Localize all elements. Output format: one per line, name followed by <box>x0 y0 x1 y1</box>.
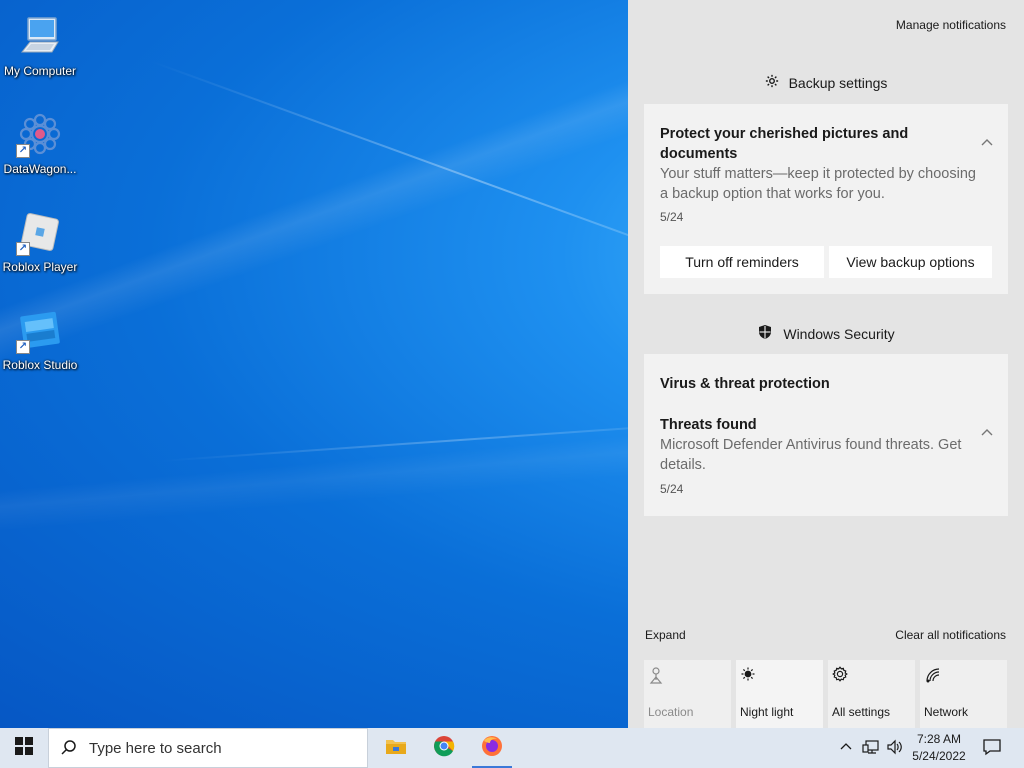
notification-body: Your stuff matters—keep it protected by … <box>660 166 976 202</box>
taskbar: Type here to search 7:28 AM 5/24/2022 <box>0 728 1024 768</box>
notification-body: Microsoft Defender Antivirus found threa… <box>660 437 962 473</box>
search-placeholder: Type here to search <box>89 739 222 757</box>
clock-date: 5/24/2022 <box>912 749 966 763</box>
desktop-icon-label: Roblox Studio <box>2 358 78 372</box>
start-button[interactable] <box>0 728 48 768</box>
quick-action-location[interactable]: Location <box>644 660 731 728</box>
view-backup-options-button[interactable]: View backup options <box>829 246 992 278</box>
network-tray-button[interactable] <box>860 728 882 768</box>
datawagon-icon: ↗ <box>16 110 64 158</box>
roblox-studio-icon: ↗ <box>16 306 64 354</box>
group-header-windows-security: Windows Security <box>628 324 1024 343</box>
action-center-button[interactable] <box>976 728 1008 768</box>
quick-action-network[interactable]: Network <box>920 660 1007 728</box>
quick-action-label: All settings <box>832 705 891 719</box>
taskbar-app-file-explorer[interactable] <box>372 728 420 768</box>
shortcut-arrow-icon: ↗ <box>16 144 30 158</box>
file-explorer-icon <box>385 736 407 761</box>
notification-title: Protect your cherished pictures and docu… <box>660 126 909 162</box>
notification-date: 5/24 <box>660 210 684 224</box>
network-wired-icon <box>862 739 880 758</box>
shortcut-arrow-icon: ↗ <box>16 242 30 256</box>
notification-date: 5/24 <box>660 482 684 496</box>
location-icon <box>648 666 668 686</box>
quick-action-label: Network <box>924 705 969 719</box>
notification-title: Threats found <box>660 417 757 433</box>
network-icon <box>924 666 944 686</box>
speaker-icon <box>886 739 904 758</box>
computer-icon <box>16 12 64 60</box>
desktop-icon-roblox-studio[interactable]: ↗ Roblox Studio <box>0 300 80 380</box>
desktop-icon-label: Roblox Player <box>2 260 78 274</box>
notification-icon <box>983 738 1001 759</box>
quick-action-night-light[interactable]: Night light <box>736 660 823 728</box>
settings-icon <box>832 666 852 686</box>
taskbar-search-box[interactable]: Type here to search <box>48 728 368 768</box>
volume-tray-button[interactable] <box>884 728 906 768</box>
windows-logo-icon <box>15 736 33 760</box>
show-hidden-icons-button[interactable] <box>836 728 856 768</box>
desktop-icon-my-computer[interactable]: My Computer <box>0 6 80 86</box>
chrome-icon <box>433 735 455 762</box>
taskbar-app-firefox[interactable] <box>468 728 516 768</box>
desktop-icon-label: My Computer <box>3 64 77 78</box>
chevron-up-icon[interactable] <box>980 136 994 150</box>
notification-subheader: Virus & threat protection <box>660 376 830 392</box>
chevron-up-icon <box>840 741 852 756</box>
gear-icon <box>765 74 779 91</box>
group-header-backup-settings: Backup settings <box>628 74 1024 91</box>
quick-action-label: Location <box>648 705 694 719</box>
group-header-label: Windows Security <box>783 325 895 342</box>
expand-link[interactable]: Expand <box>645 628 686 642</box>
clock-time: 7:28 AM <box>916 732 962 746</box>
shield-icon <box>757 324 773 343</box>
firefox-icon <box>481 735 503 762</box>
taskbar-app-chrome[interactable] <box>420 728 468 768</box>
desktop-icon-roblox-player[interactable]: ↗ Roblox Player <box>0 202 80 282</box>
notification-card-backup[interactable]: Protect your cherished pictures and docu… <box>644 104 1008 294</box>
manage-notifications-link[interactable]: Manage notifications <box>896 18 1006 32</box>
desktop-icon-label: DataWagon... <box>3 162 77 176</box>
night-light-icon <box>740 666 760 686</box>
search-icon <box>49 739 89 757</box>
taskbar-clock[interactable]: 7:28 AM 5/24/2022 <box>904 731 974 765</box>
shortcut-arrow-icon: ↗ <box>16 340 30 354</box>
quick-action-label: Night light <box>740 705 794 719</box>
desktop-icon-datawagon[interactable]: ↗ DataWagon... <box>0 104 80 184</box>
clear-all-notifications-link[interactable]: Clear all notifications <box>895 628 1006 642</box>
roblox-player-icon: ↗ <box>16 208 64 256</box>
notification-card-security[interactable]: Virus & threat protection Threats found … <box>644 354 1008 516</box>
quick-action-all-settings[interactable]: All settings <box>828 660 915 728</box>
turn-off-reminders-button[interactable]: Turn off reminders <box>660 246 824 278</box>
group-header-label: Backup settings <box>788 74 888 91</box>
action-center-panel: Manage notifications Backup settings Pro… <box>628 0 1024 728</box>
chevron-up-icon[interactable] <box>980 426 994 440</box>
